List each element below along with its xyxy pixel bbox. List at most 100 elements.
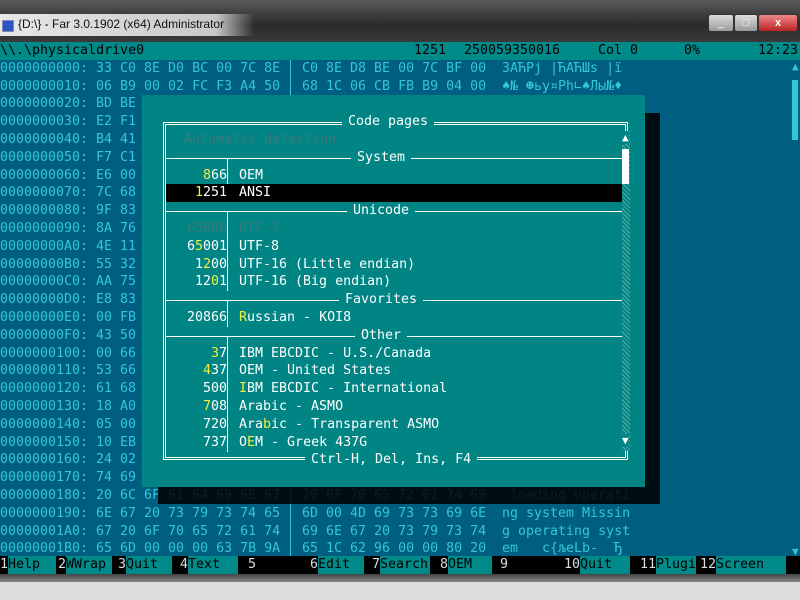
- hex-offset: 00000000A0:: [0, 238, 89, 254]
- hotkey-char: 5: [194, 238, 203, 254]
- codepage-item[interactable]: 1201 UTF-16 (Big endian): [166, 273, 622, 291]
- codepage-item[interactable]: 720 Arabic - Transparent ASMO: [166, 416, 622, 434]
- hex-offset: 0000000020:: [0, 96, 89, 112]
- file-path: \\.\physicaldrive0: [0, 43, 145, 58]
- fkey-12[interactable]: 12Screen: [700, 556, 787, 574]
- codepage-item[interactable]: 737 OEM - Greek 437G: [166, 434, 622, 452]
- hex-offset: 0000000100:: [0, 345, 89, 361]
- hex-offset: 00000000E0:: [0, 310, 89, 325]
- hex-bytes-left: 06 B9 00 02 FC F3 A4 50: [96, 78, 281, 94]
- codepage-item[interactable]: 20866 Russian - KOI8: [166, 309, 622, 327]
- scroll-up-arrow-icon[interactable]: ▲: [622, 131, 629, 144]
- hex-offset: 0000000070:: [0, 185, 89, 201]
- code-pages-dialog: Code pages Automatic detection System 866 OE…: [142, 95, 645, 487]
- fkey-4[interactable]: 4Text: [180, 556, 239, 574]
- fkey-number: 11: [640, 557, 657, 572]
- fkey-6[interactable]: 6Edit: [310, 556, 365, 574]
- codepage-number: 65000: [186, 221, 227, 236]
- viewer-scroll-up-icon[interactable]: ▲: [792, 60, 799, 73]
- codepage-number: 500: [202, 381, 227, 397]
- codepage-name: ANSI: [239, 185, 272, 201]
- codepage-name: OEM - Greek 437G: [239, 434, 368, 450]
- fkey-5[interactable]: 5: [248, 556, 302, 574]
- column-indicator: Col 0: [598, 43, 639, 58]
- codepage-item[interactable]: 65001 UTF-8: [166, 238, 622, 256]
- codepage-item[interactable]: 1200 UTF-16 (Little endian): [166, 256, 622, 274]
- codepage-name: Arabic - Transparent ASMO: [239, 416, 440, 432]
- codepage-item[interactable]: 37 IBM EBCDIC - U.S./Canada: [166, 345, 622, 363]
- hex-bytes-left: 67 20 6F 70 65 72 61 74: [96, 523, 281, 539]
- hex-bytes-left: 74 69: [96, 470, 137, 486]
- window-title: {D:\} - Far 3.0.1902 (x64) Administrator: [0, 14, 255, 36]
- fkey-label: Quit: [580, 556, 631, 574]
- codepage-item[interactable]: 500 IBM EBCDIC - International: [166, 380, 622, 398]
- codepage-item[interactable]: 65000 UTF-7: [166, 220, 622, 238]
- fkey-number: 12: [700, 557, 717, 572]
- codepage-item[interactable]: 437 OEM - United States: [166, 362, 622, 380]
- hex-bytes-left: 9F 83: [96, 203, 137, 219]
- fkey-11[interactable]: 11Plugin: [640, 556, 705, 574]
- hex-bytes-left: E8 83: [96, 292, 137, 308]
- hex-text: g operating syst: [502, 523, 631, 539]
- hex-bytes-left: 4E 11: [96, 238, 137, 254]
- hex-row: 0000000190: 6E 67 20 73 79 73 74 65 6D 00 …: [0, 505, 800, 523]
- codepage-item[interactable]: 866 OEM: [166, 167, 622, 185]
- fkey-label: Search: [380, 556, 431, 574]
- viewer-scroll-thumb[interactable]: [792, 79, 798, 140]
- codepage-name: Russian - KOI8: [239, 310, 352, 325]
- viewer-scrollbar[interactable]: ▲ ▼: [792, 60, 800, 558]
- hotkey-char: 2: [202, 256, 211, 272]
- hex-offset: 0000000110:: [0, 363, 89, 379]
- hotkey-char: 1: [194, 185, 203, 201]
- dialog-title: Code pages: [342, 113, 435, 131]
- fkey-3[interactable]: 3Quit: [118, 556, 173, 574]
- codepage-item[interactable]: 708 Arabic - ASMO: [166, 398, 622, 416]
- hex-offset: 0000000180:: [0, 488, 89, 503]
- codepage-name: Arabic - ASMO: [239, 399, 344, 414]
- codepage-number: 866: [202, 167, 227, 183]
- scroll-down-arrow-icon[interactable]: ▼: [622, 433, 629, 447]
- function-key-bar: 1Help 2WWrap 3Quit 4Text 5 6Edit 7Search 8OEM 9 1…: [0, 556, 800, 574]
- file-size: 250059350016: [464, 43, 561, 58]
- group-label-favorites: Favorites: [339, 291, 424, 309]
- hex-text: ♠№ ☻ьу¤Ph∟♠Лы№♦: [502, 78, 623, 94]
- fkey-number: 8: [440, 557, 449, 572]
- fkey-9[interactable]: 9: [500, 556, 556, 574]
- codepage-item[interactable]: 1251 ANSI: [166, 184, 622, 202]
- fkey-8[interactable]: 8OEM: [440, 556, 493, 574]
- fkey-2[interactable]: 2WWrap: [58, 556, 113, 574]
- hotkey-char: 8: [202, 167, 211, 183]
- close-button[interactable]: x: [758, 14, 798, 32]
- fkey-10[interactable]: 10Quit: [564, 556, 631, 574]
- fkey-label: Text: [188, 556, 239, 574]
- hex-row: 0000000000: 33 C0 8E D0 BC 00 7C 8E C0 8E …: [0, 60, 800, 78]
- fkey-1[interactable]: 1Help: [0, 556, 57, 574]
- hex-bytes-right: 68 1C 06 CB FB B9 04 00: [302, 78, 487, 94]
- codepage-name: UTF-16 (Big endian): [239, 274, 392, 290]
- hex-offset: 0000000050:: [0, 149, 89, 165]
- hex-offset: 0000000090:: [0, 221, 89, 236]
- fkey-number: 4: [180, 557, 189, 572]
- minimize-button[interactable]: _: [708, 14, 734, 32]
- fkey-label: Plugin: [656, 556, 705, 574]
- scroll-thumb[interactable]: [622, 148, 629, 185]
- hex-offset: 00000000B0:: [0, 256, 89, 272]
- dialog-scrollbar[interactable]: ▲ ▼: [622, 131, 630, 452]
- codepage-number: 720: [202, 416, 227, 432]
- codepage-name: OEM: [239, 167, 264, 183]
- hotkey-char: E: [247, 434, 256, 450]
- hex-bytes-left: 53 66: [96, 363, 137, 379]
- fkey-7[interactable]: 7Search: [372, 556, 431, 574]
- codepage-name: OEM - United States: [239, 363, 392, 379]
- hex-bytes-right: 69 6E 67 20 73 79 73 74: [302, 523, 487, 539]
- hex-bytes-right: C0 8E D8 BE 00 7C BF 00: [302, 60, 487, 76]
- hex-offset: 0000000080:: [0, 203, 89, 219]
- maximize-button[interactable]: □: [734, 14, 758, 32]
- hex-offset: 0000000010:: [0, 78, 89, 94]
- fkey-label: Screen: [716, 556, 787, 574]
- hex-offset: 00000000F0:: [0, 327, 89, 343]
- hex-bytes-left: 55 32: [96, 256, 137, 272]
- hex-viewer[interactable]: \\.\physicaldrive0 1251 250059350016 Col…: [0, 42, 800, 574]
- fkey-number: 1: [0, 557, 9, 572]
- codepage-name: UTF-8: [239, 238, 280, 254]
